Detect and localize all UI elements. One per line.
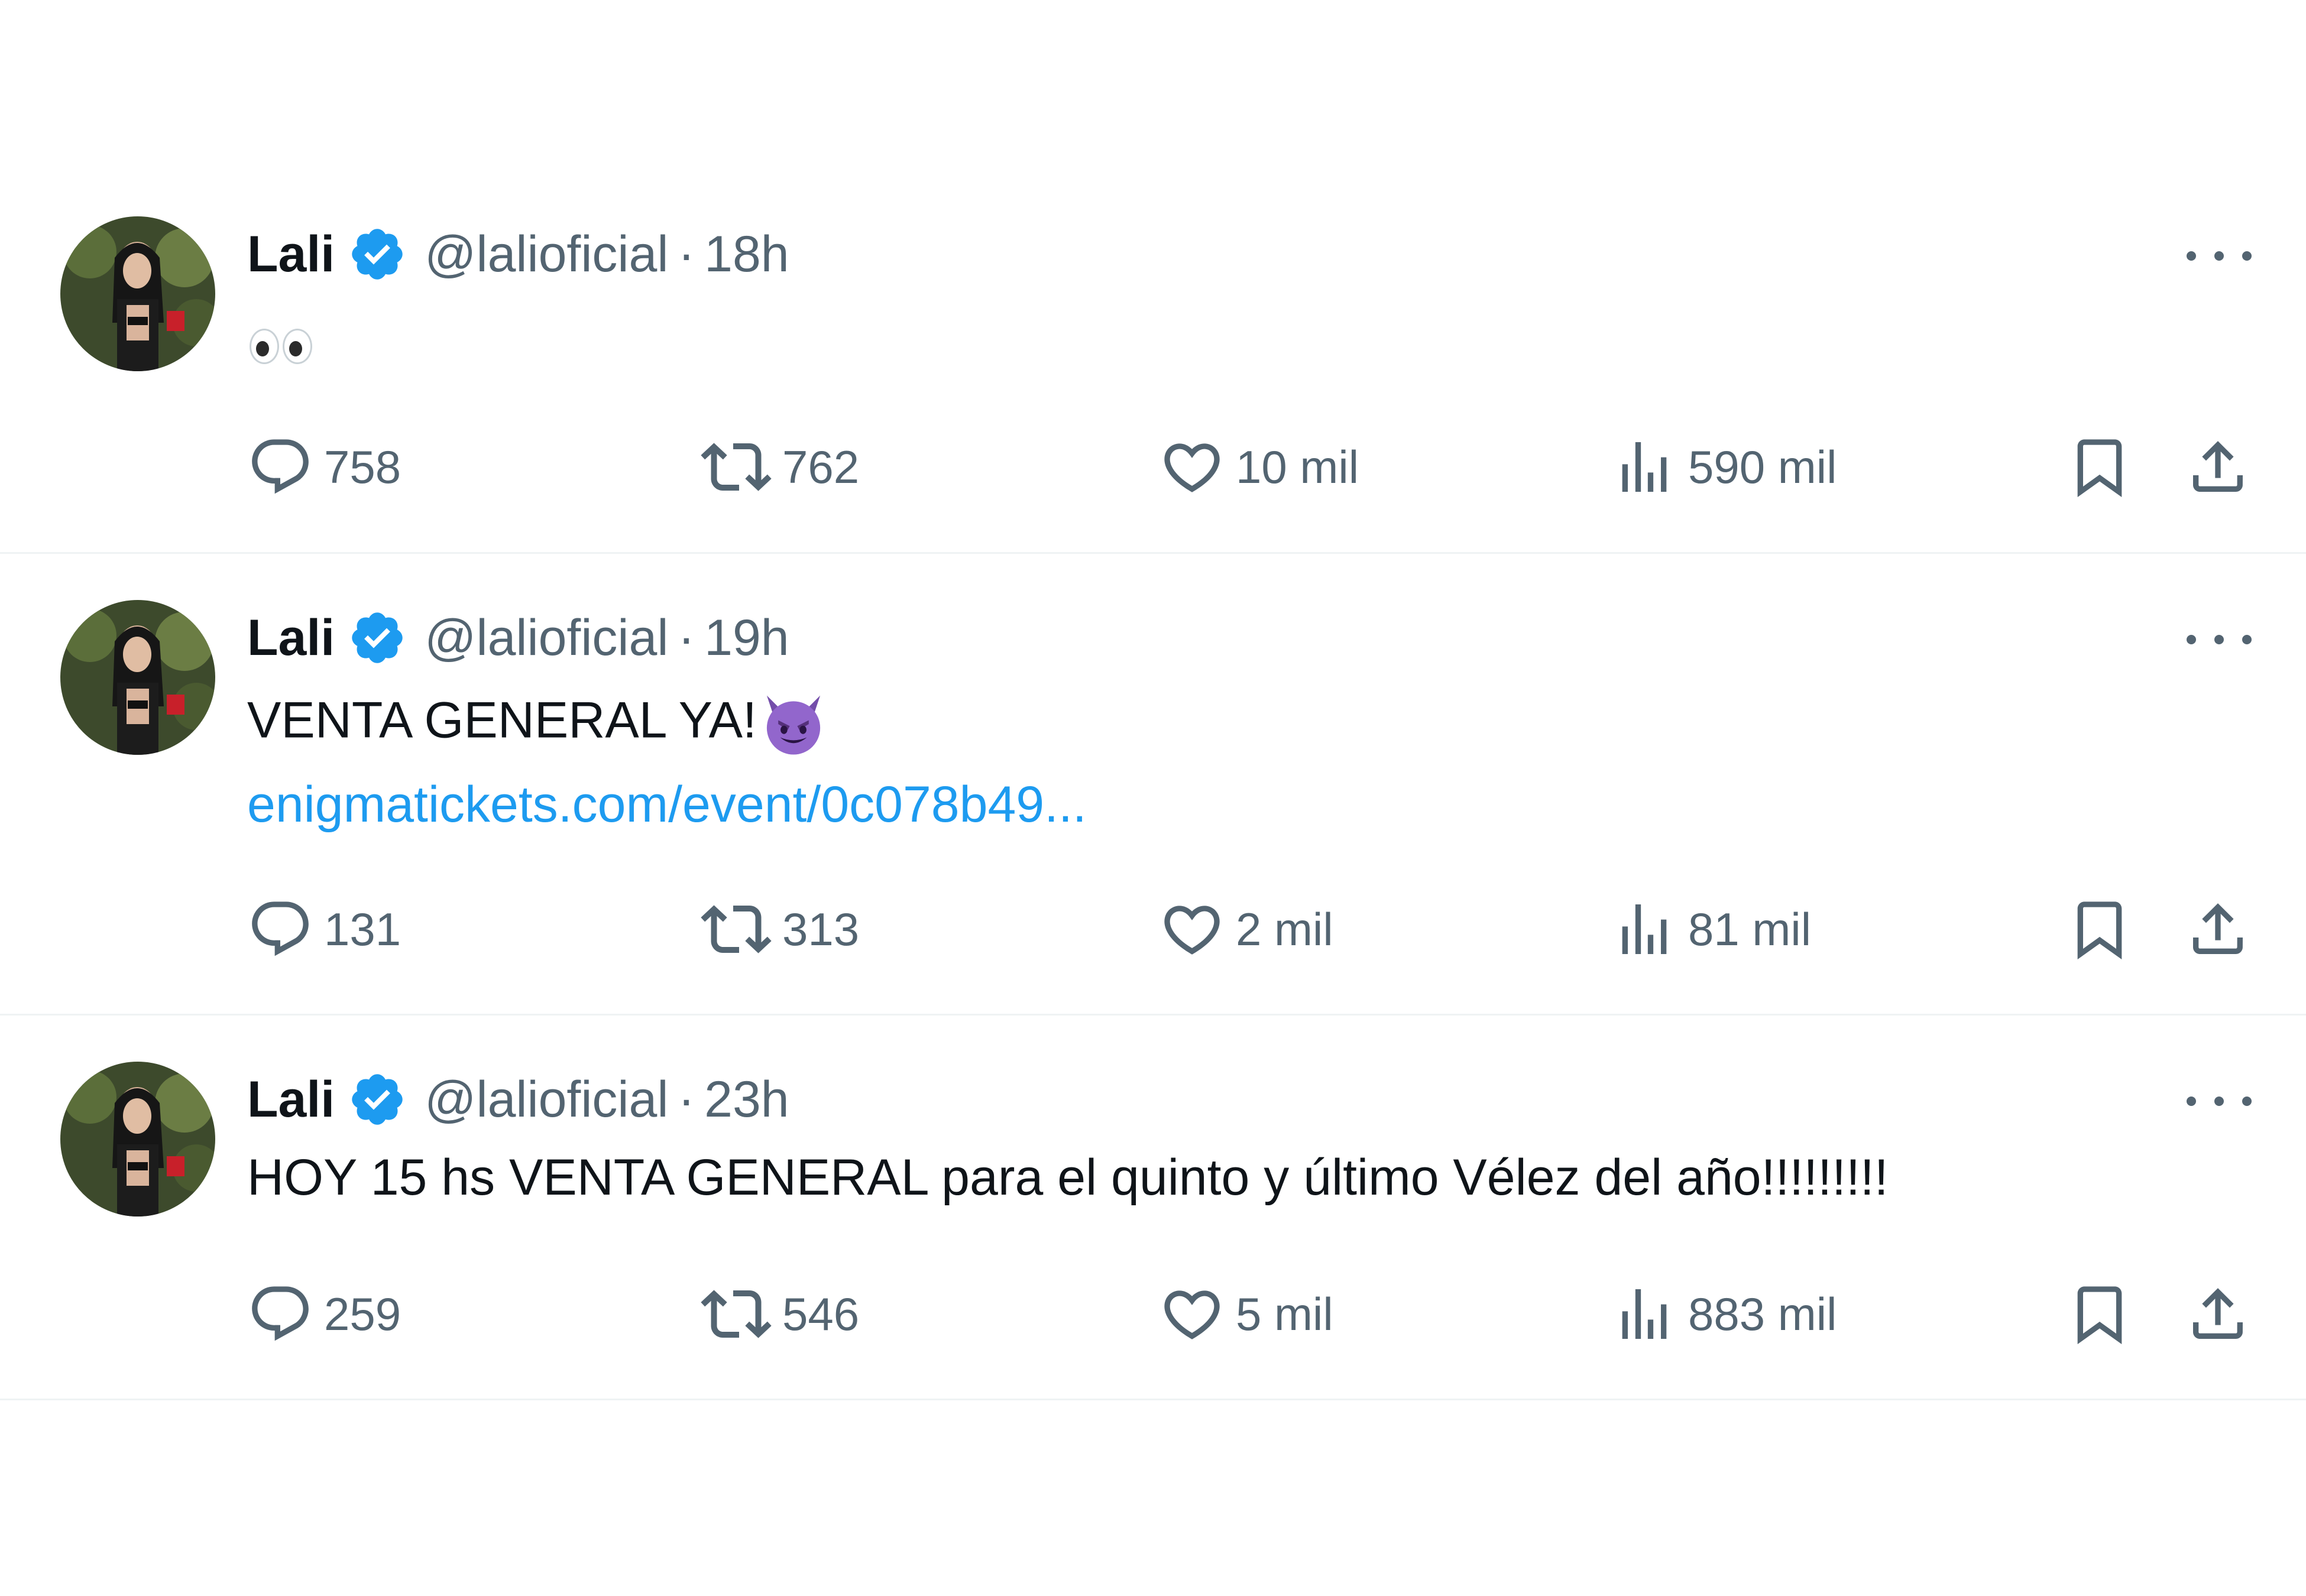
tweet-actions: 758 762 10 mil 590 mil <box>0 429 2306 505</box>
like-button[interactable]: 10 mil <box>1159 429 1359 505</box>
avatar[interactable] <box>60 1062 215 1217</box>
share-icon <box>2193 1288 2243 1339</box>
share-icon <box>2193 441 2243 492</box>
share-button[interactable] <box>2185 1276 2251 1352</box>
avatar[interactable] <box>60 600 215 755</box>
repost-button[interactable]: 546 <box>701 1276 859 1352</box>
bookmark-button[interactable] <box>2067 1276 2133 1352</box>
avatar-image <box>60 1062 215 1217</box>
repost-count: 313 <box>782 903 860 955</box>
repost-count: 546 <box>782 1287 860 1340</box>
bookmark-icon <box>2077 439 2122 498</box>
tweet-header: Lali @lalioficial · 23h <box>247 1064 789 1135</box>
reply-icon <box>252 1286 309 1341</box>
like-count: 5 mil <box>1236 1287 1333 1340</box>
tweet-actions: 259 546 5 mil 883 mil <box>0 1276 2306 1352</box>
tweet-header: Lali @lalioficial · 19h <box>247 602 789 673</box>
views-icon <box>1622 1289 1667 1339</box>
heart-icon <box>1164 1290 1220 1339</box>
avatar[interactable] <box>60 216 215 371</box>
tweet-header: Lali @lalioficial · 18h <box>247 219 789 290</box>
tweet-text-content: VENTA GENERAL YA! <box>247 692 757 749</box>
author-handle[interactable]: @lalioficial <box>425 225 668 284</box>
tweet[interactable]: Lali @lalioficial · 23h HOY 15 hs VENTA … <box>0 1016 2306 1400</box>
heart-icon <box>1164 443 1220 492</box>
views-count: 883 mil <box>1688 1287 1837 1340</box>
verified-badge-icon <box>352 1074 403 1125</box>
like-count: 2 mil <box>1236 903 1333 955</box>
like-count: 10 mil <box>1236 440 1359 493</box>
views-count: 81 mil <box>1688 903 1812 955</box>
author-handle[interactable]: @lalioficial <box>425 609 668 667</box>
tweet-text <box>247 319 316 372</box>
like-button[interactable]: 2 mil <box>1159 891 1333 968</box>
repost-icon <box>701 443 772 491</box>
reply-button[interactable]: 758 <box>247 429 401 505</box>
views-button[interactable]: 81 mil <box>1611 891 1811 968</box>
repost-icon <box>701 905 772 953</box>
reply-icon <box>252 439 309 494</box>
verified-badge-icon <box>352 612 403 663</box>
bookmark-icon <box>2077 1286 2122 1345</box>
more-options-icon[interactable] <box>2187 235 2252 277</box>
reply-icon <box>252 901 309 956</box>
views-icon <box>1622 442 1667 492</box>
reply-count: 758 <box>324 440 401 493</box>
heart-icon <box>1164 906 1220 955</box>
bookmark-icon <box>2077 901 2122 960</box>
author-name[interactable]: Lali <box>247 225 335 284</box>
like-button[interactable]: 5 mil <box>1159 1276 1333 1352</box>
eyes-emoji-icon <box>247 327 316 365</box>
more-options-icon[interactable] <box>2187 1081 2252 1122</box>
author-handle[interactable]: @lalioficial <box>425 1071 668 1129</box>
views-button[interactable]: 590 mil <box>1611 429 1837 505</box>
reply-count: 131 <box>324 903 401 955</box>
separator-dot: · <box>678 225 695 283</box>
views-button[interactable]: 883 mil <box>1611 1276 1837 1352</box>
author-name[interactable]: Lali <box>247 1071 335 1129</box>
repost-button[interactable]: 313 <box>701 891 859 968</box>
tweet-timestamp[interactable]: 19h <box>704 609 789 667</box>
author-name[interactable]: Lali <box>247 609 335 667</box>
avatar-image <box>60 216 215 371</box>
repost-button[interactable]: 762 <box>701 429 859 505</box>
repost-icon <box>701 1290 772 1338</box>
reply-button[interactable]: 131 <box>247 891 401 968</box>
share-icon <box>2193 903 2243 954</box>
tweet-text: HOY 15 hs VENTA GENERAL para el quinto y… <box>247 1149 1889 1206</box>
smiling-devil-emoji-icon <box>766 695 821 755</box>
timeline: Lali @lalioficial · 18h 758 762 10 mil 5… <box>0 0 2306 1596</box>
tweet-actions: 131 313 2 mil 81 mil <box>0 891 2306 968</box>
more-options-icon[interactable] <box>2187 619 2252 660</box>
separator-dot: · <box>678 609 695 666</box>
bookmark-button[interactable] <box>2067 891 2133 968</box>
tweet[interactable]: Lali @lalioficial · 18h 758 762 10 mil 5… <box>0 0 2306 554</box>
tweet[interactable]: Lali @lalioficial · 19h VENTA GENERAL YA… <box>0 554 2306 1016</box>
views-count: 590 mil <box>1688 440 1837 493</box>
share-button[interactable] <box>2185 891 2251 968</box>
repost-count: 762 <box>782 440 860 493</box>
separator-dot: · <box>678 1071 695 1128</box>
tweet-text: VENTA GENERAL YA! <box>247 690 828 758</box>
avatar-image <box>60 600 215 755</box>
reply-count: 259 <box>324 1287 401 1340</box>
reply-button[interactable]: 259 <box>247 1276 401 1352</box>
tweet-timestamp[interactable]: 23h <box>704 1071 789 1129</box>
views-icon <box>1622 904 1667 954</box>
tweet-link[interactable]: enigmatickets.com/event/0c078b49... <box>247 776 1087 834</box>
tweet-timestamp[interactable]: 18h <box>704 225 789 284</box>
share-button[interactable] <box>2185 429 2251 505</box>
bookmark-button[interactable] <box>2067 429 2133 505</box>
verified-badge-icon <box>352 229 403 280</box>
